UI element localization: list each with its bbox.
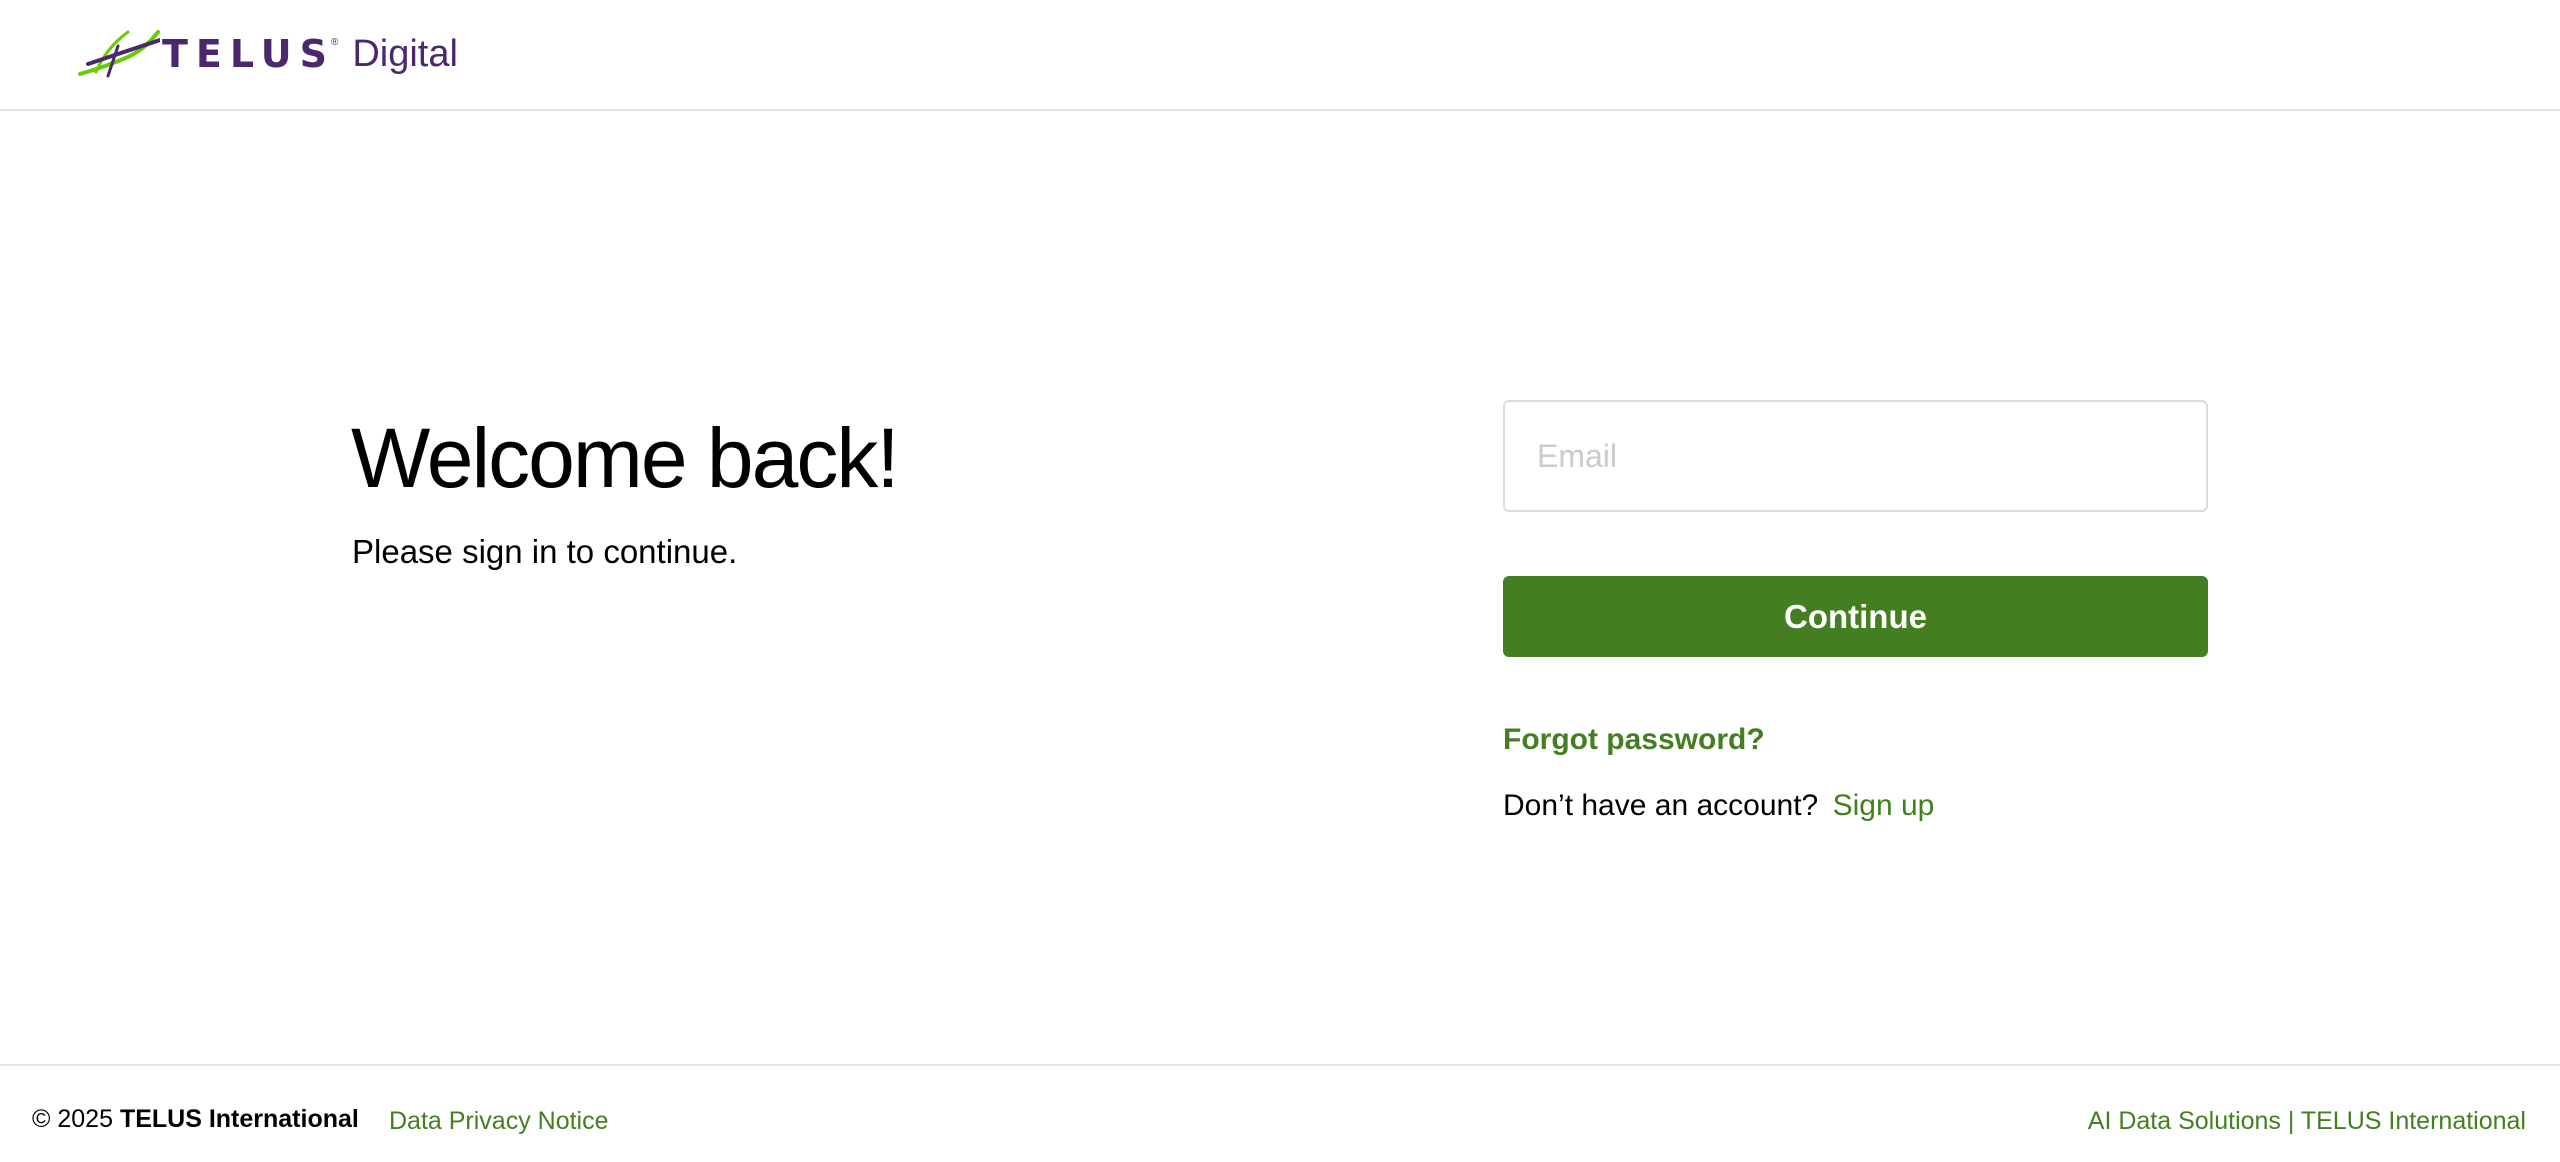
ai-data-solutions-link[interactable]: AI Data Solutions | TELUS International [2088, 1104, 2526, 1138]
signup-row: Don’t have an account? Sign up [1503, 786, 1934, 826]
telus-digital-logo[interactable]: TELUS ® Digital [78, 26, 458, 82]
email-field[interactable] [1503, 400, 2208, 512]
page-subtitle: Please sign in to continue. [352, 533, 738, 570]
sign-in-page: TELUS ® Digital Welcome back! Please sig… [0, 0, 2560, 1162]
continue-button[interactable]: Continue [1503, 576, 2208, 657]
page-footer: © 2025 TELUS International Data Privacy … [0, 1064, 2560, 1162]
telus-swoosh-icon [78, 30, 160, 78]
copyright-company: TELUS International [119, 1105, 359, 1133]
registered-mark: ® [330, 36, 339, 48]
forgot-password-link[interactable]: Forgot password? [1503, 720, 1765, 760]
data-privacy-notice-link[interactable]: Data Privacy Notice [389, 1104, 609, 1138]
sign-up-link[interactable]: Sign up [1833, 789, 1935, 822]
copyright-text: © 2025 TELUS International [32, 1102, 359, 1136]
logo-product-text: Digital [352, 32, 458, 75]
page-title: Welcome back! [351, 411, 900, 505]
copyright-prefix: © 2025 [32, 1105, 113, 1133]
logo-brand-text: TELUS [162, 32, 335, 76]
signup-prompt: Don’t have an account? [1503, 789, 1819, 822]
top-header: TELUS ® Digital [0, 0, 2560, 111]
